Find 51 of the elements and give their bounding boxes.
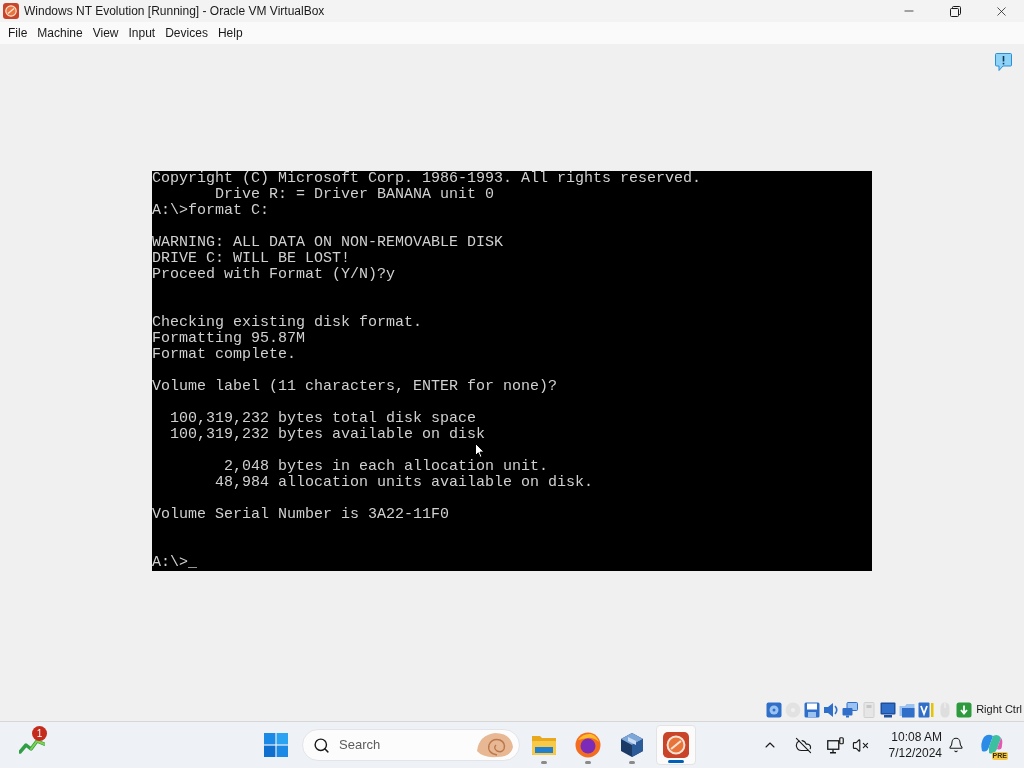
monitor-icon[interactable] xyxy=(880,701,897,718)
speaker-icon[interactable] xyxy=(823,701,840,718)
folder-icon xyxy=(531,733,557,757)
console-line: Drive R: = Driver BANANA unit 0 xyxy=(215,186,495,203)
console-line: Copyright (C) Microsoft Corp. 1986-1993. All rights reserved. xyxy=(152,170,702,187)
console-line: Volume label (11 characters, ENTER for none)? xyxy=(152,378,558,395)
cube-icon xyxy=(619,732,645,758)
bell-icon xyxy=(948,737,964,753)
menu-item[interactable]: File xyxy=(3,22,33,44)
console-line: Volume Serial Number is 3A22-11F0 xyxy=(152,506,450,523)
console-line: Proceed with Format (Y/N)?y xyxy=(152,266,396,283)
host-key-label: Right Ctrl xyxy=(976,702,1022,718)
app-icon xyxy=(3,3,19,19)
console-line: 2,048 bytes in each allocation unit. xyxy=(224,458,549,475)
console-line: 100,319,232 bytes available on disk xyxy=(170,426,486,443)
menu-item[interactable]: Machine xyxy=(32,22,88,44)
floppy-icon[interactable] xyxy=(804,701,821,718)
monitor-icon xyxy=(826,736,844,754)
keyboard-icon[interactable] xyxy=(956,701,973,718)
window-title: Windows NT Evolution [Running] - Oracle VM VirtualBox xyxy=(24,3,325,20)
speaker-muted-icon xyxy=(851,736,869,754)
menu-item[interactable]: Input xyxy=(123,22,161,44)
console-line: 48,984 allocation units available on disk. xyxy=(215,474,594,491)
taskbar-app-button[interactable] xyxy=(656,725,696,765)
console-line: Checking existing disk format. xyxy=(152,314,423,331)
console-line: A:\>format C: xyxy=(152,202,270,219)
network-icon[interactable] xyxy=(842,701,859,718)
folder-icon[interactable] xyxy=(899,701,916,718)
console-line: DRIVE C: WILL BE LOST! xyxy=(152,250,351,267)
console-line: Format complete. xyxy=(152,346,297,363)
flame-globe-icon xyxy=(575,732,601,758)
menu-item[interactable]: Devices xyxy=(160,22,213,44)
search-icon xyxy=(313,736,330,754)
console-line: WARNING: ALL DATA ON NON-REMOVABLE DISK xyxy=(152,234,504,251)
four-squares-icon xyxy=(264,733,288,757)
app-icon xyxy=(663,732,689,758)
menu-item[interactable]: View xyxy=(87,22,124,44)
search-field[interactable]: Search xyxy=(302,729,520,761)
capture-icon[interactable] xyxy=(918,701,935,718)
console-line: 100,319,232 bytes total disk space xyxy=(170,410,477,427)
console-line: A:\>_ xyxy=(152,554,197,571)
restore-icon xyxy=(949,5,961,17)
cloud-off-icon xyxy=(794,736,812,754)
widgets-button[interactable]: 1 xyxy=(12,725,52,765)
console-line: Formatting 95.87M xyxy=(152,330,306,347)
menu-item[interactable]: Help xyxy=(212,22,248,44)
clock-button[interactable]: 10:08 AM 7/12/2024 xyxy=(878,725,942,765)
mouse-pointer-icon xyxy=(475,443,485,458)
shell-icon xyxy=(475,731,515,759)
notification-badge: 1 xyxy=(32,726,47,741)
alert-bubble-icon[interactable] xyxy=(995,53,1012,71)
